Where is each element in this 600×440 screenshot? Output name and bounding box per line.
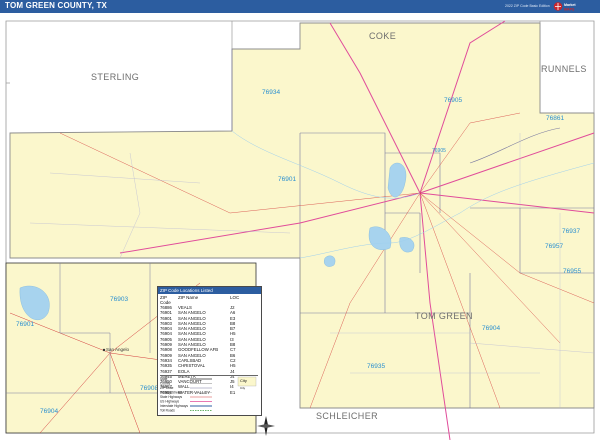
legend-city-key: City	[240, 378, 247, 383]
legend-column-headers: ZIP Code ZIP Name LOC	[158, 294, 261, 305]
zip-label: 76904	[482, 325, 501, 332]
inset-zip-label: 76903	[110, 296, 129, 303]
zip-label: 76957	[545, 243, 564, 250]
legend-title: ZIP Code Locations Listed	[158, 287, 261, 294]
inset-zip-label: 76901	[16, 321, 35, 328]
map-canvas	[0, 13, 600, 440]
svg-text:MAPS: MAPS	[564, 8, 575, 12]
inset-zip-label: 76908	[140, 385, 159, 392]
legend-key-label: State	[160, 377, 168, 381]
svg-text:Market: Market	[564, 3, 576, 7]
county-label-runnels: RUNNELS	[541, 64, 587, 74]
market-maps-logo: Market MAPS	[553, 2, 576, 12]
legend-col-name: ZIP Name	[178, 295, 199, 300]
north-arrow-icon	[257, 416, 275, 436]
legend-key-label: Toll Roads	[160, 409, 175, 413]
zip-label: 76901	[278, 176, 297, 183]
legend-key-graphic: StateCountyZIP CodePrimary StreetsState …	[160, 376, 257, 413]
zip-label: 76905	[444, 97, 463, 104]
legend-key-label: Interstate Highways	[160, 404, 188, 408]
legend-city-key-small: City	[240, 386, 246, 390]
county-label-schleicher: SCHLEICHER	[316, 411, 379, 421]
county-label-tom-green: TOM GREEN	[415, 311, 473, 321]
legend-panel: ZIP Code Locations Listed ZIP Code ZIP N…	[157, 286, 262, 416]
inset-place-label: San Angelo	[106, 347, 130, 352]
legend-key-label: US Highways	[160, 400, 180, 404]
county-label-sterling: STERLING	[91, 72, 140, 82]
zip-label: 76861	[546, 115, 565, 122]
map-title: TOM GREEN COUNTY, TX	[5, 1, 108, 10]
legend-key-label: ZIP Code	[160, 386, 174, 390]
county-label-coke: COKE	[369, 31, 397, 41]
title-bar: TOM GREEN COUNTY, TX 2022 ZIP Code Basic…	[0, 0, 600, 13]
legend-col-zip: ZIP Code	[160, 295, 171, 305]
zip-label-small: 76905	[432, 148, 446, 154]
zip-label: 76935	[367, 363, 386, 370]
zip-label: 76934	[262, 89, 281, 96]
legend-col-loc: LOC	[230, 295, 240, 300]
legend-key: State County ZIP Code Primary Streets State …	[160, 375, 258, 414]
legend-key-label: Primary Streets	[160, 391, 182, 395]
zip-label: 76937	[562, 228, 581, 235]
legend-key-label: State Highways	[160, 395, 183, 399]
edition-label: 2022 ZIP Code Basic Edition	[505, 4, 550, 8]
zip-label: 76955	[563, 268, 582, 275]
map-frame: TOM GREEN COUNTY, TX 2022 ZIP Code Basic…	[0, 0, 600, 440]
inset-zip-label: 76904	[40, 408, 59, 415]
city-marker-icon	[102, 348, 106, 352]
legend-key-label: County	[160, 382, 171, 386]
